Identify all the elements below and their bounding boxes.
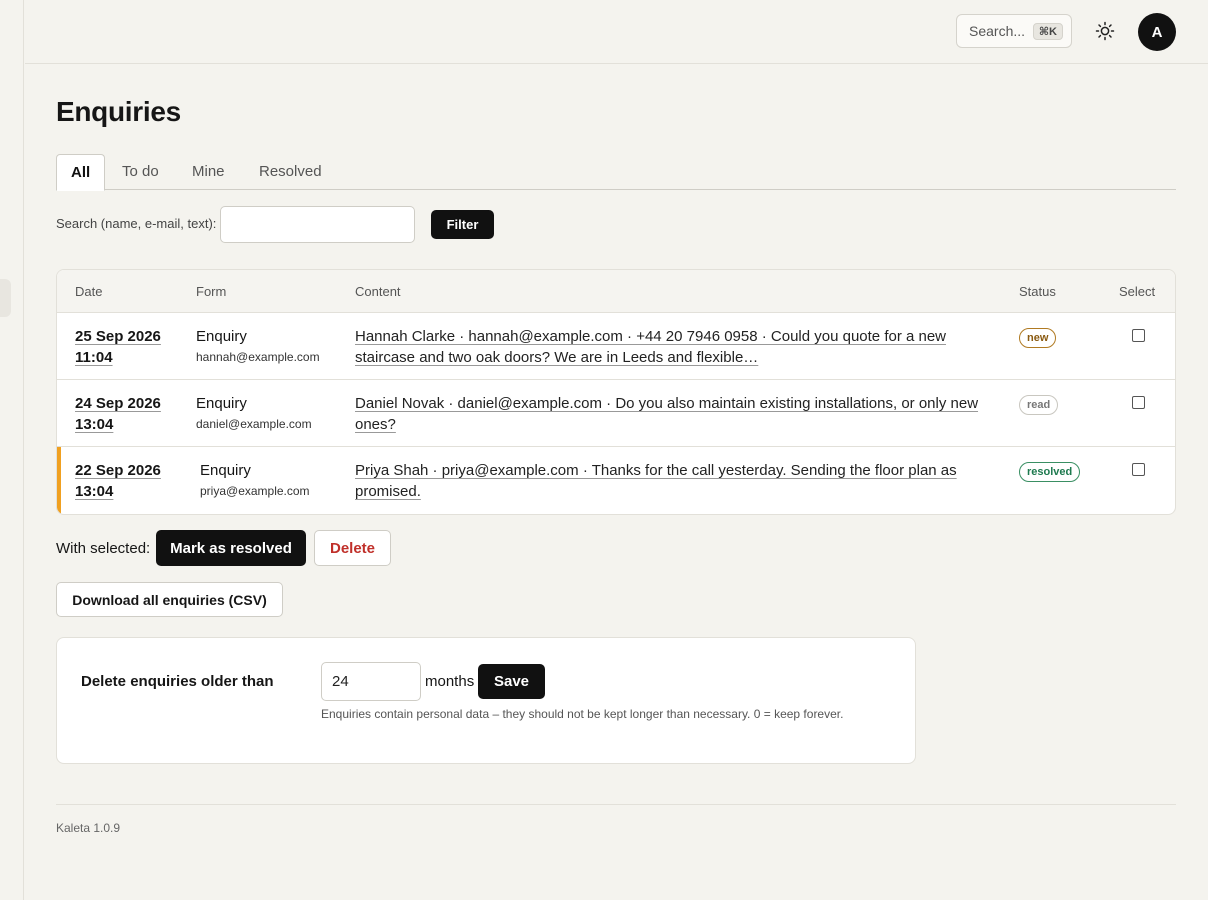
top-bar: Search... ⌘K A — [25, 0, 1208, 64]
table-row: 24 Sep 2026 13:04 Enquiry daniel@example… — [57, 380, 1175, 447]
table-header: Date Form Content Status Select — [57, 270, 1175, 313]
status-badge: read — [1019, 395, 1059, 415]
bulk-actions-label: With selected: — [56, 540, 151, 557]
retention-months-input[interactable] — [321, 662, 421, 701]
avatar[interactable]: A — [1138, 13, 1176, 51]
mark-resolved-button[interactable]: Mark as resolved — [156, 530, 306, 566]
table-row: 25 Sep 2026 11:04 Enquiry hannah@example… — [57, 313, 1175, 380]
sidebar — [0, 0, 24, 900]
row-select-checkbox[interactable] — [1132, 329, 1145, 342]
row-form-email: priya@example.com — [200, 484, 310, 498]
enquiries-table: Date Form Content Status Select 25 Sep 2… — [56, 269, 1176, 515]
sun-icon — [1095, 21, 1115, 41]
retention-note: Enquiries contain personal data – they s… — [321, 707, 844, 721]
row-form: Enquiry hannah@example.com — [196, 326, 320, 368]
column-header-date: Date — [75, 284, 103, 299]
column-header-select: Select — [1119, 284, 1156, 299]
row-form-email: hannah@example.com — [196, 350, 320, 364]
row-date-link[interactable]: 25 Sep 2026 11:04 — [75, 326, 175, 368]
row-form: Enquiry priya@example.com — [200, 460, 310, 502]
download-csv-button[interactable]: Download all enquiries (CSV) — [56, 582, 283, 617]
filter-form: Search (name, e-mail, text): Filter — [56, 206, 656, 243]
tab-mine[interactable]: Mine — [178, 154, 239, 190]
retention-save-button[interactable]: Save — [478, 664, 545, 699]
row-content-link[interactable]: Hannah Clarke · hannah@example.com · +44… — [355, 326, 985, 368]
app-version: Kaleta 1.0.9 — [56, 821, 121, 835]
page-title: Enquiries — [56, 96, 181, 127]
status-badge: resolved — [1019, 462, 1081, 482]
row-date-link[interactable]: 22 Sep 2026 13:04 — [75, 460, 175, 502]
column-header-content: Content — [355, 284, 401, 299]
filter-button[interactable]: Filter — [431, 210, 494, 239]
tab-all[interactable]: All — [56, 154, 106, 191]
search-shortcut-badge: ⌘K — [1032, 23, 1063, 40]
global-search-button[interactable]: Search... ⌘K — [956, 14, 1072, 48]
delete-button[interactable]: Delete — [314, 530, 391, 566]
row-content-link[interactable]: Priya Shah · priya@example.com · Thanks … — [355, 460, 985, 502]
retention-label: Delete enquiries older than — [81, 673, 274, 690]
status-badge: new — [1019, 328, 1057, 348]
filter-label: Search (name, e-mail, text): — [56, 216, 217, 231]
filter-search-input[interactable] — [220, 206, 415, 243]
column-header-form: Form — [196, 284, 227, 299]
sidebar-toggle[interactable] — [0, 279, 11, 317]
row-date-link[interactable]: 24 Sep 2026 13:04 — [75, 393, 175, 435]
global-search-placeholder: Search... — [969, 23, 1026, 39]
row-form-name: Enquiry — [200, 462, 251, 479]
tab-resolved[interactable]: Resolved — [245, 154, 336, 190]
row-form-name: Enquiry — [196, 328, 247, 345]
row-form-email: daniel@example.com — [196, 417, 312, 431]
footer: Kaleta 1.0.9 — [56, 804, 1176, 835]
table-row: 22 Sep 2026 13:04 Enquiry priya@example.… — [57, 447, 1175, 514]
row-select-checkbox[interactable] — [1132, 396, 1145, 409]
tab-bar: All To do Mine Resolved — [56, 154, 1176, 191]
row-form: Enquiry daniel@example.com — [196, 393, 312, 435]
row-form-name: Enquiry — [196, 395, 247, 412]
row-content-link[interactable]: Daniel Novak · daniel@example.com · Do y… — [355, 393, 985, 435]
column-header-status: Status — [1019, 284, 1056, 299]
row-select-checkbox[interactable] — [1132, 463, 1145, 476]
theme-toggle-button[interactable] — [1093, 19, 1117, 43]
retention-unit: months — [425, 673, 475, 690]
tab-to-do[interactable]: To do — [108, 154, 173, 190]
retention-settings-card: Delete enquiries older than months Save … — [56, 637, 916, 764]
